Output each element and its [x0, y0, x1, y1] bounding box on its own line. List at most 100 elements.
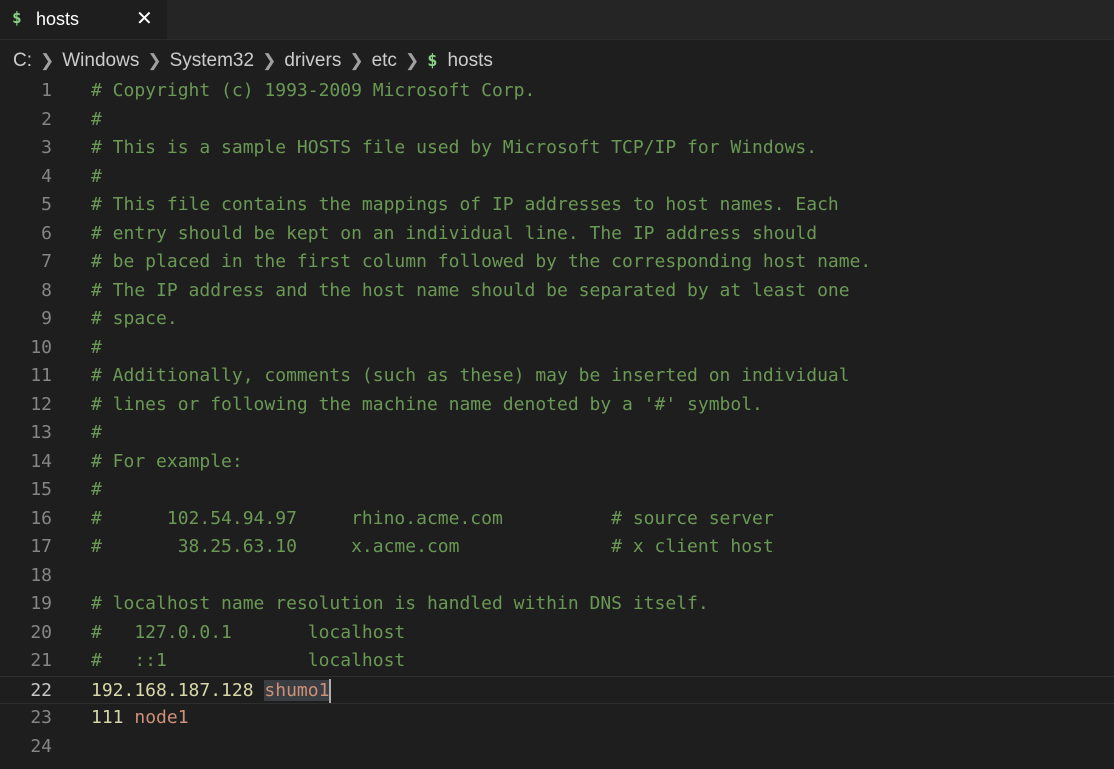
comment-text: # For example:: [91, 450, 243, 472]
line-number: 2: [41, 108, 52, 130]
editor-line[interactable]: 2 #: [0, 106, 1114, 135]
editor-line[interactable]: 10 #: [0, 334, 1114, 363]
line-number: 17: [30, 536, 52, 557]
line-content: #: [91, 106, 102, 135]
line-content: # localhost name resolution is handled w…: [91, 590, 709, 619]
chevron-right-icon: ❯: [349, 51, 364, 70]
line-number: 15: [30, 479, 52, 500]
chevron-right-icon: ❯: [40, 51, 55, 70]
breadcrumb-item-etc[interactable]: etc: [372, 50, 397, 72]
line-number: 22: [30, 679, 52, 701]
comment-text: #: [91, 336, 102, 358]
line-content: 192.168.187.128 shumo1: [91, 677, 332, 706]
line-content: # 127.0.0.1 localhost: [91, 619, 405, 648]
chevron-right-icon: ❯: [147, 51, 162, 70]
editor-line[interactable]: 4 #: [0, 163, 1114, 192]
comment-text: # localhost name resolution is handled w…: [91, 593, 709, 614]
comment-text: # space.: [91, 308, 178, 329]
editor-line[interactable]: 12 # lines or following the machine name …: [0, 391, 1114, 420]
code-editor[interactable]: 1 # Copyright (c) 1993-2009 Microsoft Cor…: [0, 77, 1114, 769]
line-number: 3: [41, 137, 52, 158]
comment-text: #: [91, 479, 102, 500]
line-number: 1: [41, 80, 52, 101]
comment-text: # Additionally, comments (such as these)…: [91, 365, 850, 386]
editor-line[interactable]: 5 # This file contains the mappings of IP…: [0, 191, 1114, 220]
dollar-file-icon: $: [12, 8, 22, 27]
line-content: # This is a sample HOSTS file used by Mi…: [91, 134, 817, 163]
line-number: 11: [30, 365, 52, 386]
line-number: 18: [30, 564, 52, 586]
editor-line[interactable]: 15 #: [0, 476, 1114, 505]
ip-address: 111: [91, 707, 124, 728]
host-name: node1: [134, 707, 189, 728]
comment-text: # This file contains the mappings of IP …: [91, 194, 839, 215]
line-number: 8: [41, 279, 52, 301]
line-number: 21: [30, 650, 52, 671]
line-number: 7: [41, 251, 52, 272]
line-content: # This file contains the mappings of IP …: [91, 191, 839, 220]
line-content: # The IP address and the host name shoul…: [91, 277, 850, 306]
comment-text: # 38.25.63.10 x.acme.com # x client host: [91, 536, 774, 557]
breadcrumb-item-drivers[interactable]: drivers: [284, 50, 341, 72]
editor-line[interactable]: 6 # entry should be kept on an individual…: [0, 220, 1114, 249]
line-content: #: [91, 419, 102, 448]
editor-line[interactable]: 1 # Copyright (c) 1993-2009 Microsoft Cor…: [0, 77, 1114, 106]
editor-line[interactable]: 22 192.168.187.128 shumo1: [0, 675, 1114, 706]
editor-line[interactable]: 7 # be placed in the first column followe…: [0, 248, 1114, 277]
editor-line[interactable]: 16 # 102.54.94.97 rhino.acme.com # source…: [0, 505, 1114, 534]
line-number: 13: [30, 422, 52, 443]
line-number: 9: [41, 308, 52, 329]
editor-line[interactable]: 23 111 node1: [0, 704, 1114, 733]
comment-text: #: [91, 422, 102, 443]
close-icon[interactable]: ✕: [136, 6, 153, 30]
line-content: # lines or following the machine name de…: [91, 391, 763, 420]
editor-line[interactable]: 11 # Additionally, comments (such as thes…: [0, 362, 1114, 391]
ip-address: 192.168.187.128: [91, 679, 254, 701]
comment-text: #: [91, 108, 102, 130]
line-number: 10: [30, 336, 52, 358]
line-content: #: [91, 476, 102, 505]
line-number: 16: [30, 507, 52, 529]
comment-text: # be placed in the first column followed…: [91, 251, 872, 272]
line-content: # space.: [91, 305, 178, 334]
line-content: # entry should be kept on an individual …: [91, 220, 817, 249]
host-name: shumo1: [264, 679, 330, 701]
breadcrumb-item-windows[interactable]: Windows: [62, 50, 139, 72]
tab-label: hosts: [36, 9, 80, 29]
line-number: 24: [30, 735, 52, 757]
comment-text: # The IP address and the host name shoul…: [91, 279, 850, 301]
editor-line[interactable]: 20 # 127.0.0.1 localhost: [0, 619, 1114, 648]
editor-line[interactable]: 9 # space.: [0, 305, 1114, 334]
tab-hosts[interactable]: $ hosts ✕: [0, 0, 168, 39]
breadcrumb-item-system32[interactable]: System32: [170, 50, 254, 72]
comment-text: # ::1 localhost: [91, 650, 406, 671]
tab-bar: $ hosts ✕: [0, 0, 1114, 40]
breadcrumb-item-drive[interactable]: C:: [13, 50, 32, 72]
editor-line[interactable]: 24: [0, 733, 1114, 762]
editor-line[interactable]: 17 # 38.25.63.10 x.acme.com # x client ho…: [0, 533, 1114, 562]
editor-line[interactable]: 8 # The IP address and the host name shou…: [0, 277, 1114, 306]
editor-line[interactable]: 19 # localhost name resolution is handled…: [0, 590, 1114, 619]
line-content: # Additionally, comments (such as these)…: [91, 362, 850, 391]
comment-text: # Copyright (c) 1993-2009 Microsoft Corp…: [91, 80, 536, 101]
comment-text: #: [91, 165, 102, 187]
line-number: 4: [41, 165, 52, 187]
line-content: # 38.25.63.10 x.acme.com # x client host: [91, 533, 774, 562]
editor-line[interactable]: 13 #: [0, 419, 1114, 448]
editor-line[interactable]: 18: [0, 562, 1114, 591]
comment-text: # entry should be kept on an individual …: [91, 222, 818, 244]
editor-line[interactable]: 21 # ::1 localhost: [0, 647, 1114, 676]
line-content: 111 node1: [91, 704, 189, 733]
line-number: 12: [30, 393, 52, 415]
breadcrumb-item-hosts[interactable]: hosts: [447, 50, 492, 72]
line-content: #: [91, 334, 102, 363]
editor-line[interactable]: 3 # This is a sample HOSTS file used by M…: [0, 134, 1114, 163]
line-content: #: [91, 163, 102, 192]
line-content: # For example:: [91, 448, 243, 477]
line-number: 5: [41, 194, 52, 215]
breadcrumb: C: ❯ Windows ❯ System32 ❯ drivers ❯ etc …: [13, 48, 493, 74]
line-number: 23: [30, 707, 52, 728]
editor-line[interactable]: 14 # For example:: [0, 448, 1114, 477]
line-content: # ::1 localhost: [91, 647, 405, 676]
comment-text: # 102.54.94.97 rhino.acme.com # source s…: [91, 507, 774, 529]
